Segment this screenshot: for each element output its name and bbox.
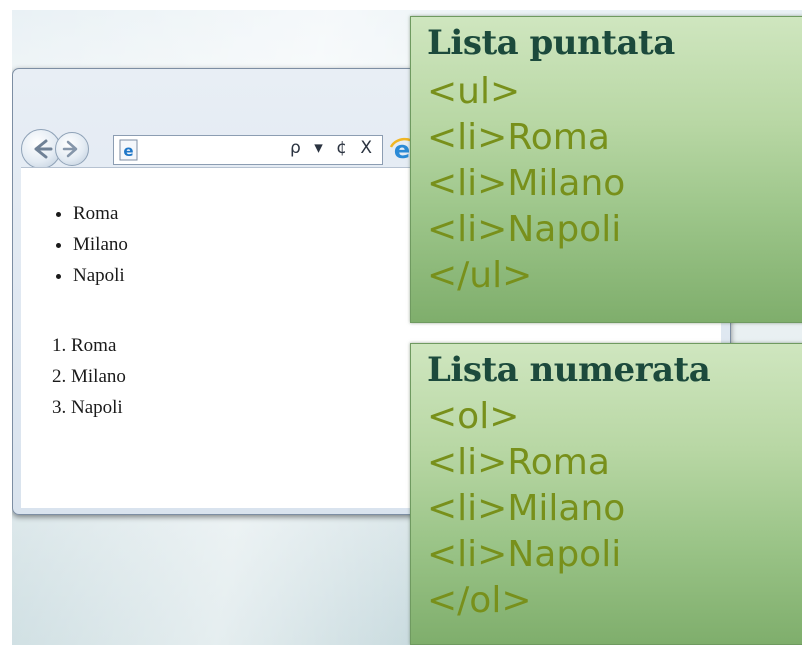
list-item: Milano xyxy=(73,229,128,260)
code-box-ul: Lista puntata <ul> <li>Roma <li>Milano <… xyxy=(410,16,802,323)
forward-arrow-icon xyxy=(62,140,78,158)
address-tools[interactable]: ρ ▾ ¢ X xyxy=(290,138,376,158)
box-title: Lista puntata xyxy=(427,23,675,63)
code-line: </ul> xyxy=(427,255,533,296)
box-title: Lista numerata xyxy=(427,350,711,390)
code-line: </ol> xyxy=(427,580,532,621)
list-item: Napoli xyxy=(71,392,126,423)
code-line: <li>Napoli xyxy=(427,209,622,250)
address-bar[interactable]: e ρ ▾ ¢ X xyxy=(113,135,383,165)
svg-text:e: e xyxy=(123,142,133,160)
list-item: Milano xyxy=(71,361,126,392)
numbered-list: Roma Milano Napoli xyxy=(35,330,126,423)
code-box-ol: Lista numerata <ol> <li>Roma <li>Milano … xyxy=(410,343,802,645)
code-line: <li>Roma xyxy=(427,117,610,158)
code-lines: <ol> <li>Roma <li>Milano <li>Napoli </ol… xyxy=(427,394,625,624)
code-line: <ul> xyxy=(427,71,521,112)
list-item: Napoli xyxy=(73,260,128,291)
forward-button[interactable] xyxy=(55,132,89,166)
list-item: Roma xyxy=(71,330,126,361)
ie-page-icon: e xyxy=(119,139,138,161)
code-line: <li>Roma xyxy=(427,442,610,483)
code-line: <li>Milano xyxy=(427,163,626,204)
bullet-list: Roma Milano Napoli xyxy=(53,198,128,291)
code-line: <ol> xyxy=(427,396,520,437)
list-item: Roma xyxy=(73,198,128,229)
slide: e ρ ▾ ¢ X e Roma Milano Napoli Roma Mila… xyxy=(12,10,802,645)
code-line: <li>Milano xyxy=(427,488,626,529)
code-line: <li>Napoli xyxy=(427,534,622,575)
code-lines: <ul> <li>Roma <li>Milano <li>Napoli </ul… xyxy=(427,69,625,299)
